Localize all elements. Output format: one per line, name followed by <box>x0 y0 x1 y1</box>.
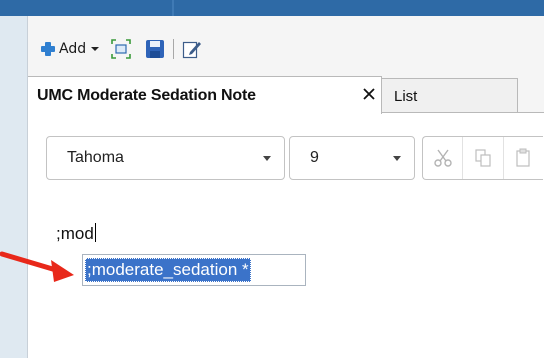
add-button[interactable]: Add <box>40 41 100 57</box>
typed-text-value: ;mod <box>56 224 94 243</box>
add-plus-icon <box>40 41 56 57</box>
paste-icon[interactable] <box>504 137 543 179</box>
save-disk-icon[interactable] <box>145 39 165 59</box>
typed-text: ;mod <box>56 223 96 244</box>
tab-label: UMC Moderate Sedation Note <box>37 86 256 104</box>
format-toolbar: Tahoma 9 <box>46 136 543 180</box>
add-button-label: Add <box>59 41 87 57</box>
autocomplete-item[interactable]: ;moderate_sedation * <box>85 258 251 282</box>
tab-umc-moderate-sedation-note[interactable]: UMC Moderate Sedation Note <box>28 76 382 114</box>
clipboard-buttons <box>422 136 543 180</box>
copy-icon[interactable] <box>463 137 504 179</box>
text-cursor <box>94 223 96 242</box>
chevron-down-icon <box>263 156 271 161</box>
tab-list[interactable]: List <box>381 78 518 113</box>
note-panel: Add UMC Moderate Sedation Note List Taho… <box>27 16 544 358</box>
tab-label: List <box>394 87 418 105</box>
window-title-bar <box>0 0 544 16</box>
edit-note-icon[interactable] <box>182 39 202 59</box>
autocomplete-popup: ;moderate_sedation * <box>82 254 306 286</box>
fit-view-icon[interactable] <box>111 39 131 59</box>
dropdown-caret-icon[interactable] <box>91 47 100 51</box>
cut-icon[interactable] <box>423 137 464 179</box>
font-family-value: Tahoma <box>67 149 124 166</box>
close-icon[interactable] <box>360 85 378 103</box>
font-family-select[interactable]: Tahoma <box>46 136 285 180</box>
note-tabs: UMC Moderate Sedation Note List <box>28 76 544 114</box>
font-size-select[interactable]: 9 <box>289 136 415 180</box>
toolbar-separator <box>173 39 175 59</box>
title-bar-divider <box>172 0 174 16</box>
chevron-down-icon <box>393 156 401 161</box>
main-toolbar: Add <box>40 36 202 62</box>
note-editor[interactable]: Tahoma 9 ;mod ;moderate_sedation * <box>28 113 544 358</box>
left-margin-strip <box>0 16 27 358</box>
font-size-value: 9 <box>310 149 319 166</box>
